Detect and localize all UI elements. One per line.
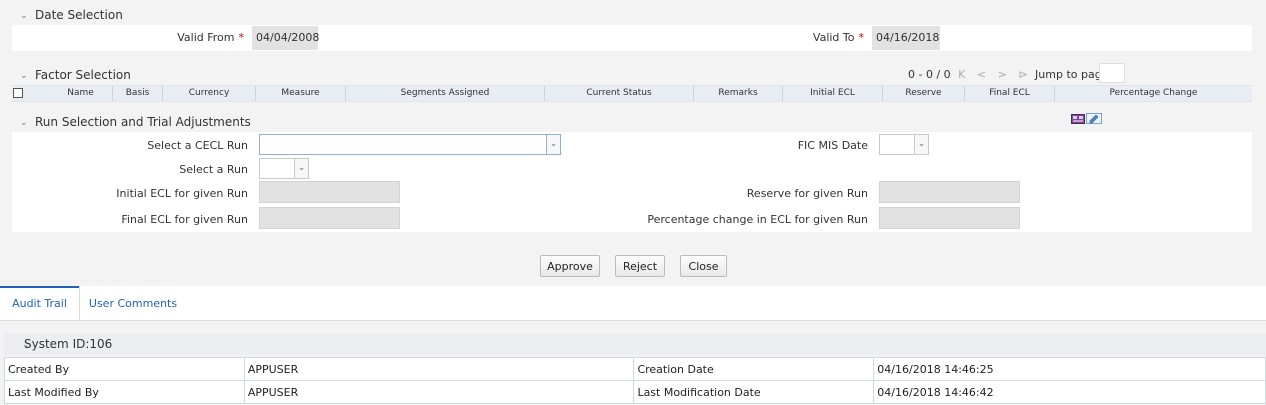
last-modified-by-value: APPUSER	[243, 380, 635, 404]
col-measure[interactable]: Measure	[256, 86, 346, 101]
dropdown-arrow-icon[interactable]: ⌄	[294, 159, 308, 178]
tab-divider	[0, 320, 1266, 321]
tab-audit-trail[interactable]: Audit Trail	[0, 286, 79, 320]
close-button[interactable]: Close	[680, 255, 727, 277]
reserve-label: Reserve for given Run	[746, 187, 868, 200]
system-id-label: System ID:106	[24, 337, 113, 351]
group-icon[interactable]	[1071, 113, 1085, 124]
chevron-down-icon[interactable]: ⌄	[20, 119, 28, 128]
creation-date-value: 04/16/2018 14:46:25	[873, 357, 1266, 381]
tab-strip: Audit Trail User Comments	[0, 286, 1266, 320]
col-segments-assigned[interactable]: Segments Assigned	[346, 86, 545, 101]
pager-range: 0 - 0 / 0	[908, 68, 951, 81]
table-row: Created By APPUSER Creation Date 04/16/2…	[4, 357, 1266, 381]
col-percentage-change[interactable]: Percentage Change	[1055, 86, 1252, 101]
select-run-label: Select a Run	[179, 163, 248, 176]
col-current-status[interactable]: Current Status	[545, 86, 694, 101]
col-remarks[interactable]: Remarks	[694, 86, 783, 101]
final-ecl-label: Final ECL for given Run	[121, 213, 248, 226]
last-modification-date-value: 04/16/2018 14:46:42	[873, 380, 1266, 404]
pager-next-icon[interactable]: >	[998, 68, 1007, 81]
last-modified-by-label: Last Modified By	[4, 380, 245, 404]
percentage-change-field	[879, 207, 1020, 229]
approve-button[interactable]: Approve	[540, 255, 600, 277]
creation-date-label: Creation Date	[633, 357, 875, 381]
audit-trail-table: Created By APPUSER Creation Date 04/16/2…	[4, 357, 1266, 404]
col-initial-ecl[interactable]: Initial ECL	[783, 86, 883, 101]
date-selection-title: Date Selection	[35, 8, 123, 22]
col-currency[interactable]: Currency	[163, 86, 256, 101]
reserve-field	[879, 181, 1020, 203]
table-row: Last Modified By APPUSER Last Modificati…	[4, 380, 1266, 404]
pager-last-icon[interactable]: ⊳	[1018, 68, 1027, 81]
select-all-checkbox[interactable]	[13, 88, 23, 98]
tab-user-comments[interactable]: User Comments	[79, 286, 187, 320]
pager: 0 - 0 / 0 K < > ⊳ Jump to page	[908, 68, 1108, 81]
chevron-down-icon[interactable]: ⌄	[20, 72, 28, 81]
last-modification-date-label: Last Modification Date	[633, 380, 875, 404]
chevron-down-icon[interactable]: ⌄	[20, 12, 28, 21]
valid-to-label: Valid To *	[812, 31, 864, 44]
valid-from-field[interactable]: 04/04/2008	[252, 26, 319, 50]
initial-ecl-field	[259, 181, 400, 203]
edit-icon[interactable]	[1086, 113, 1102, 124]
percentage-change-label: Percentage change in ECL for given Run	[647, 213, 868, 226]
fic-mis-date-label: FIC MIS Date	[797, 139, 868, 152]
date-selection-panel: Valid From * 04/04/2008 Valid To * 04/16/2…	[12, 25, 1252, 51]
run-selection-title: Run Selection and Trial Adjustments	[35, 115, 251, 129]
dropdown-arrow-icon[interactable]: ⌄	[546, 135, 560, 154]
pager-prev-icon[interactable]: <	[977, 68, 986, 81]
select-cecl-run-label: Select a CECL Run	[147, 139, 248, 152]
valid-from-label: Valid From *	[177, 31, 244, 44]
fic-mis-date-dropdown[interactable]: ⌄	[879, 134, 929, 155]
initial-ecl-label: Initial ECL for given Run	[116, 187, 248, 200]
col-reserve[interactable]: Reserve	[883, 86, 965, 101]
col-name[interactable]: Name	[49, 86, 113, 101]
run-selection-panel: Select a CECL Run ⌄ FIC MIS Date ⌄ Selec…	[12, 132, 1252, 232]
select-cecl-run-dropdown[interactable]: ⌄	[259, 134, 561, 155]
factor-selection-title: Factor Selection	[35, 68, 131, 82]
final-ecl-field	[259, 207, 400, 229]
reject-button[interactable]: Reject	[615, 255, 665, 277]
system-id-bar: ⌄ System ID:106	[4, 333, 1266, 355]
col-final-ecl[interactable]: Final ECL	[965, 86, 1055, 101]
jump-to-page-input[interactable]	[1099, 63, 1125, 83]
valid-to-field[interactable]: 04/16/2018	[872, 26, 940, 50]
jump-to-page-label: Jump to page	[1035, 68, 1109, 81]
created-by-value: APPUSER	[243, 357, 635, 381]
pager-first-icon[interactable]: K	[958, 68, 965, 81]
created-by-label: Created By	[4, 357, 245, 381]
col-basis[interactable]: Basis	[113, 86, 163, 101]
select-run-dropdown[interactable]: ⌄	[259, 158, 309, 179]
factor-grid-header: Name Basis Currency Measure Segments Ass…	[12, 85, 1252, 102]
dropdown-arrow-icon[interactable]: ⌄	[914, 135, 928, 154]
